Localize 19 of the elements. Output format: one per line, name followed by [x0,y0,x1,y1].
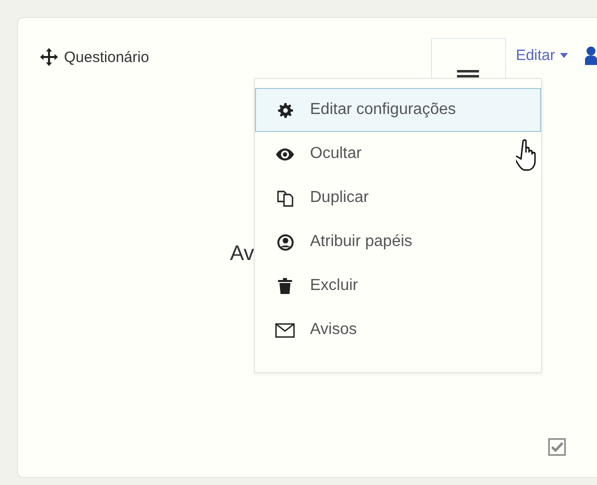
person-icon[interactable] [585,46,597,65]
menu-item[interactable]: Excluir [255,264,541,308]
menu-icon [457,70,480,78]
section-heading: Av [230,242,254,266]
menu-item[interactable]: Avisos [255,308,541,352]
gear-icon [278,102,292,118]
envelope-icon [275,322,295,338]
activity-title: Questionário [64,48,150,66]
eye-icon [276,148,294,160]
checkbox[interactable] [548,438,566,456]
copy-icon [276,189,294,207]
menu-item[interactable]: Duplicar [255,176,541,220]
move-icon[interactable] [40,48,58,66]
trash-icon [278,278,292,294]
menu-item[interactable]: Editar configurações [255,88,541,132]
menu-item[interactable]: Atribuir papéis [255,220,541,264]
edit-menu-button[interactable]: Editar [516,47,568,64]
user-circle-icon [276,234,294,250]
menu-item[interactable]: Ocultar [255,132,541,176]
